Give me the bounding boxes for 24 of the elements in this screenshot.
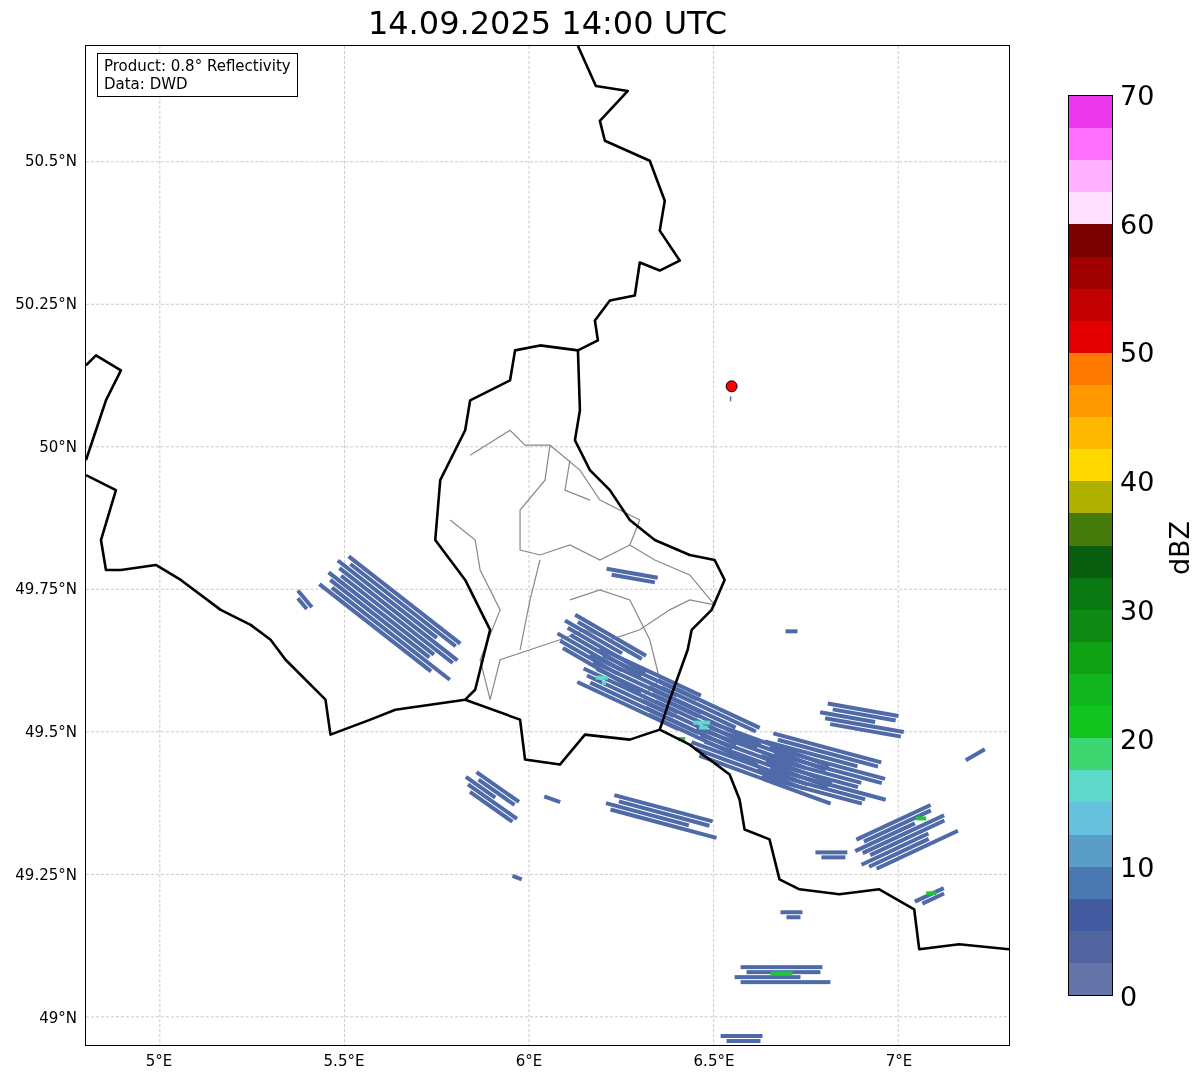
info-text: Product: 0.8° Reflectivity <box>104 57 291 75</box>
chart-title: 14.09.2025 14:00 UTC <box>366 7 729 44</box>
colorbar-tick-label: 60 <box>1120 210 1155 238</box>
longitude-label: 5°E <box>145 1052 173 1070</box>
latitude-label: 50.5°N <box>24 152 77 170</box>
longitude-label: 6°E <box>515 1052 543 1070</box>
latitude-label: 49°N <box>39 1008 77 1027</box>
longitude-label: 7°E <box>885 1052 913 1070</box>
latitude-label: 50°N <box>39 437 77 456</box>
colorbar-tick-label: 0 <box>1120 982 1138 1010</box>
latitude-label: 49.75°N <box>15 580 77 599</box>
colorbar-tick-label: 20 <box>1120 725 1155 753</box>
latitude-label: 49.25°N <box>15 866 77 884</box>
latitude-label: 49.5°N <box>24 723 77 742</box>
colorbar-tick-label: 50 <box>1120 338 1155 366</box>
longitude-label: 5.5°E <box>323 1052 365 1070</box>
latitude-label: 50.25°N <box>15 294 77 313</box>
colorbar-label: dBZ <box>1163 519 1196 578</box>
colorbar-tick-label: 70 <box>1120 81 1155 109</box>
longitude-label: 6.5°E <box>693 1052 735 1070</box>
colorbar-tick-label: 10 <box>1120 853 1155 881</box>
colorbar-tick-label: 40 <box>1120 467 1155 495</box>
info-text: Data: DWD <box>104 75 189 93</box>
colorbar-tick-label: 30 <box>1120 596 1155 624</box>
